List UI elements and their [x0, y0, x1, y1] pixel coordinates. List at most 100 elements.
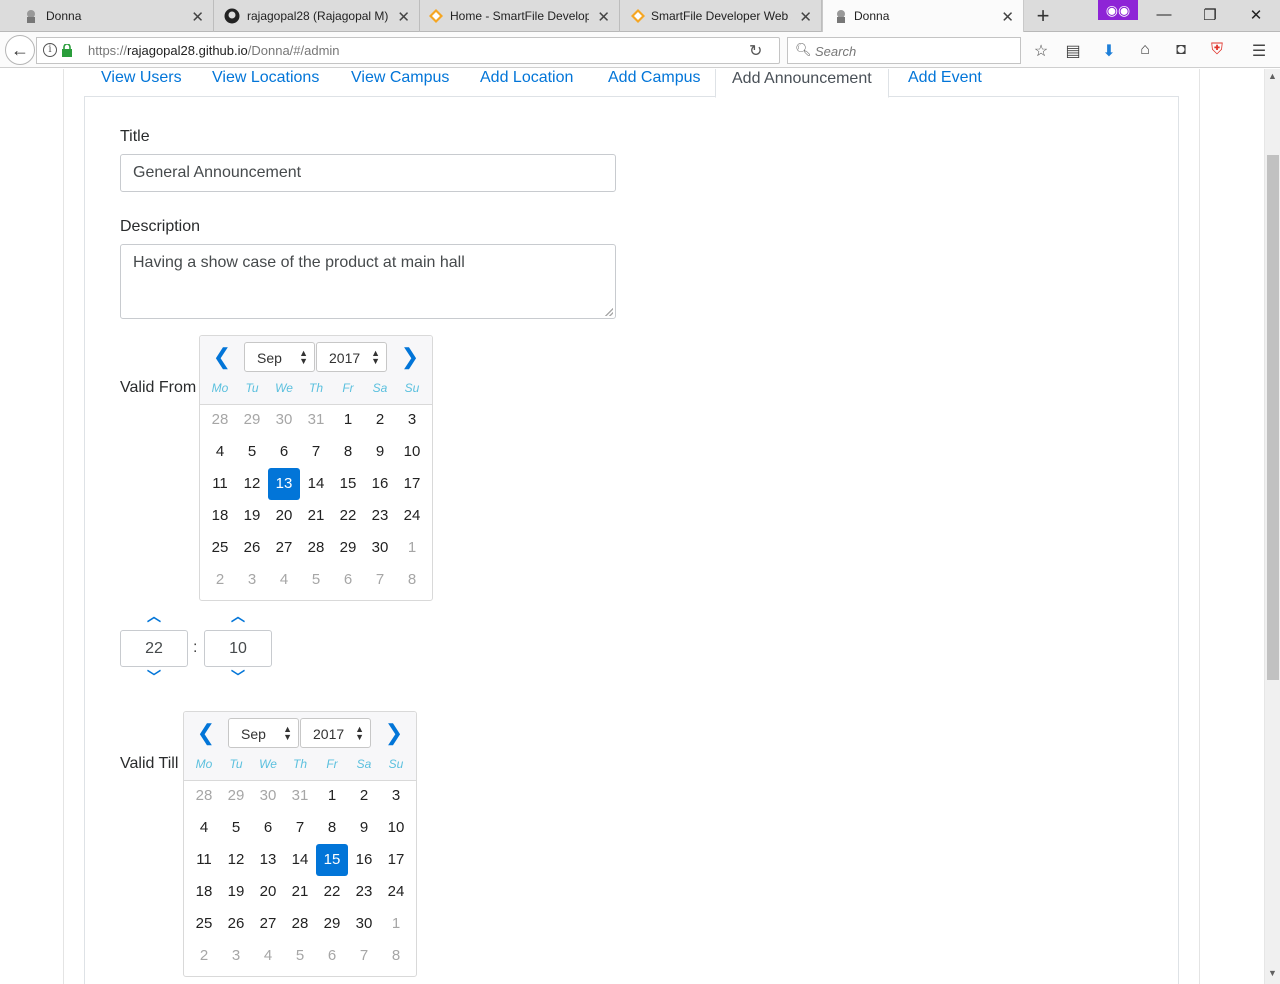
- day-cell[interactable]: 30: [348, 908, 380, 940]
- reading-list-icon[interactable]: ▤: [1063, 41, 1083, 61]
- day-cell[interactable]: 8: [332, 436, 364, 468]
- day-cell[interactable]: 11: [204, 468, 236, 500]
- day-cell[interactable]: 6: [268, 436, 300, 468]
- tab-view-campus[interactable]: View Campus: [351, 69, 449, 97]
- day-cell[interactable]: 19: [236, 500, 268, 532]
- search-input[interactable]: 🔍︎ Search: [787, 37, 1021, 64]
- title-input[interactable]: General Announcement: [120, 154, 616, 192]
- day-cell[interactable]: 5: [220, 812, 252, 844]
- url-bar[interactable]: i https://rajagopal28.github.io/Donna/#/…: [36, 37, 780, 64]
- tab-view-locations[interactable]: View Locations: [212, 69, 319, 97]
- day-cell[interactable]: 23: [364, 500, 396, 532]
- day-cell[interactable]: 10: [380, 812, 412, 844]
- day-cell[interactable]: 25: [188, 908, 220, 940]
- day-cell[interactable]: 4: [252, 940, 284, 972]
- close-icon[interactable]: ✕: [397, 8, 410, 26]
- day-cell[interactable]: 5: [236, 436, 268, 468]
- day-cell[interactable]: 16: [364, 468, 396, 500]
- day-cell[interactable]: 7: [364, 564, 396, 596]
- day-cell[interactable]: 7: [300, 436, 332, 468]
- chevron-left-icon[interactable]: ❮: [210, 344, 234, 370]
- day-cell[interactable]: 3: [380, 780, 412, 812]
- day-cell[interactable]: 26: [236, 532, 268, 564]
- day-cell[interactable]: 1: [332, 404, 364, 436]
- day-cell[interactable]: 29: [332, 532, 364, 564]
- browser-tab-5-active[interactable]: Donna ✕: [822, 0, 1024, 33]
- menu-icon[interactable]: ☰: [1249, 41, 1269, 61]
- day-cell[interactable]: 23: [348, 876, 380, 908]
- day-cell[interactable]: 12: [236, 468, 268, 500]
- scrollbar-thumb[interactable]: [1267, 155, 1279, 680]
- close-icon[interactable]: ✕: [799, 8, 812, 26]
- day-cell[interactable]: 2: [348, 780, 380, 812]
- day-cell[interactable]: 5: [300, 564, 332, 596]
- day-cell[interactable]: 28: [204, 404, 236, 436]
- day-cell[interactable]: 14: [284, 844, 316, 876]
- vertical-scrollbar[interactable]: ▲ ▼: [1264, 69, 1280, 984]
- minute-down-chevron-icon[interactable]: ﹀: [228, 667, 248, 687]
- day-cell[interactable]: 31: [300, 404, 332, 436]
- day-cell[interactable]: 24: [396, 500, 428, 532]
- close-icon[interactable]: ✕: [191, 8, 204, 26]
- tab-add-location[interactable]: Add Location: [480, 69, 573, 97]
- day-cell[interactable]: 29: [236, 404, 268, 436]
- close-icon[interactable]: ✕: [1001, 8, 1014, 26]
- day-cell[interactable]: 17: [396, 468, 428, 500]
- day-cell[interactable]: 14: [300, 468, 332, 500]
- day-cell[interactable]: 2: [188, 940, 220, 972]
- tab-view-users[interactable]: View Users: [101, 69, 182, 97]
- day-cell[interactable]: 1: [380, 908, 412, 940]
- day-cell[interactable]: 8: [396, 564, 428, 596]
- day-cell[interactable]: 1: [396, 532, 428, 564]
- tab-add-event[interactable]: Add Event: [908, 69, 982, 97]
- scroll-down-arrow-icon[interactable]: ▼: [1268, 968, 1277, 978]
- download-icon[interactable]: ⬇: [1099, 41, 1119, 61]
- day-cell[interactable]: 21: [284, 876, 316, 908]
- day-cell[interactable]: 9: [364, 436, 396, 468]
- day-cell[interactable]: 8: [316, 812, 348, 844]
- close-icon[interactable]: ✕: [597, 8, 610, 26]
- day-cell[interactable]: 22: [316, 876, 348, 908]
- day-cell[interactable]: 2: [204, 564, 236, 596]
- minute-input[interactable]: 10: [204, 630, 272, 667]
- description-textarea[interactable]: Having a show case of the product at mai…: [120, 244, 616, 319]
- day-cell[interactable]: 30: [252, 780, 284, 812]
- restore-icon[interactable]: ❐: [1198, 6, 1222, 24]
- day-cell[interactable]: 4: [204, 436, 236, 468]
- day-cell[interactable]: 5: [284, 940, 316, 972]
- hour-down-chevron-icon[interactable]: ﹀: [144, 667, 164, 687]
- day-cell[interactable]: 27: [252, 908, 284, 940]
- day-cell[interactable]: 25: [204, 532, 236, 564]
- day-cell[interactable]: 3: [220, 940, 252, 972]
- tab-add-announcement[interactable]: Add Announcement: [715, 69, 889, 98]
- home-icon[interactable]: ⌂: [1135, 41, 1155, 59]
- shield-icon[interactable]: ⛨: [1207, 41, 1227, 59]
- browser-tab-2[interactable]: rajagopal28 (Rajagopal M) ✕: [214, 0, 420, 32]
- day-cell[interactable]: 17: [380, 844, 412, 876]
- browser-tab-3[interactable]: Home - SmartFile Developer ✕: [420, 0, 620, 32]
- day-cell[interactable]: 7: [348, 940, 380, 972]
- minimize-icon[interactable]: —: [1152, 6, 1176, 23]
- day-cell[interactable]: 29: [316, 908, 348, 940]
- day-cell[interactable]: 2: [364, 404, 396, 436]
- day-cell[interactable]: 30: [364, 532, 396, 564]
- day-cell[interactable]: 26: [220, 908, 252, 940]
- day-cell[interactable]: 29: [220, 780, 252, 812]
- day-cell[interactable]: 1: [316, 780, 348, 812]
- day-cell[interactable]: 6: [316, 940, 348, 972]
- hour-up-chevron-icon[interactable]: ︿: [144, 606, 164, 626]
- day-cell[interactable]: 31: [284, 780, 316, 812]
- day-cell[interactable]: 18: [204, 500, 236, 532]
- window-close-icon[interactable]: ✕: [1244, 6, 1268, 24]
- selected-day-cell[interactable]: 13: [268, 468, 300, 500]
- day-cell[interactable]: 27: [268, 532, 300, 564]
- year-select[interactable]: 2017 ▲ ▼: [316, 342, 387, 372]
- reload-icon[interactable]: ↻: [749, 41, 762, 61]
- chevron-right-icon[interactable]: ❯: [398, 344, 422, 370]
- day-cell[interactable]: 13: [252, 844, 284, 876]
- day-cell[interactable]: 3: [396, 404, 428, 436]
- scroll-up-arrow-icon[interactable]: ▲: [1268, 71, 1277, 81]
- resize-handle-icon[interactable]: [605, 308, 613, 316]
- month-select[interactable]: Sep ▲ ▼: [228, 718, 299, 748]
- year-select[interactable]: 2017 ▲ ▼: [300, 718, 371, 748]
